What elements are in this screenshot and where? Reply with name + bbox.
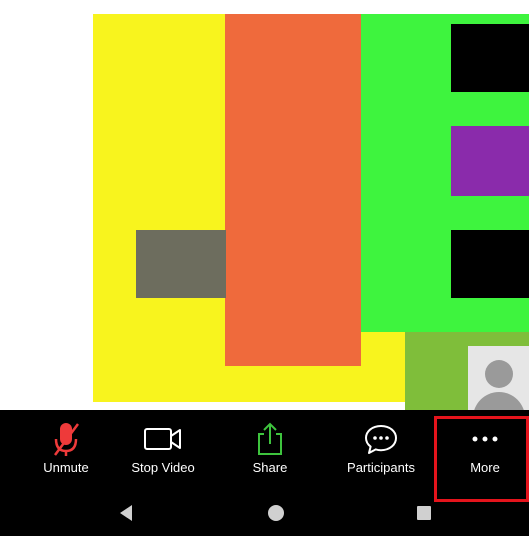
- participants-button[interactable]: Participants: [336, 418, 426, 490]
- nav-recents-button[interactable]: [412, 503, 436, 523]
- shared-screen-video: [0, 0, 529, 410]
- share-label: Share: [252, 460, 288, 475]
- orange-region: [225, 14, 361, 366]
- share-button[interactable]: Share: [225, 418, 315, 490]
- black-block-bottom: [451, 230, 529, 298]
- more-button[interactable]: More: [440, 418, 529, 490]
- participant-avatar-thumbnail[interactable]: [468, 346, 529, 410]
- unmute-button[interactable]: Unmute: [21, 418, 111, 490]
- share-upload-icon: [255, 418, 285, 460]
- gray-block: [136, 230, 226, 298]
- nav-home-button[interactable]: [264, 503, 288, 523]
- black-block-top: [451, 24, 529, 92]
- chat-bubble-icon: [363, 418, 399, 460]
- participants-label: Participants: [347, 460, 415, 475]
- stop-video-button[interactable]: Stop Video: [118, 418, 208, 490]
- nav-back-button[interactable]: [114, 503, 138, 523]
- white-notch: [93, 402, 180, 410]
- recents-square-icon: [417, 506, 431, 520]
- purple-block: [451, 126, 529, 196]
- avatar-head: [485, 360, 513, 388]
- avatar-body: [473, 392, 525, 410]
- back-triangle-icon: [120, 505, 132, 521]
- video-camera-icon: [143, 418, 183, 460]
- stop-video-label: Stop Video: [131, 460, 195, 475]
- more-label: More: [470, 460, 500, 475]
- microphone-muted-icon: [52, 418, 80, 460]
- home-circle-icon: [268, 505, 284, 521]
- ellipsis-icon: [470, 418, 500, 460]
- unmute-label: Unmute: [43, 460, 89, 475]
